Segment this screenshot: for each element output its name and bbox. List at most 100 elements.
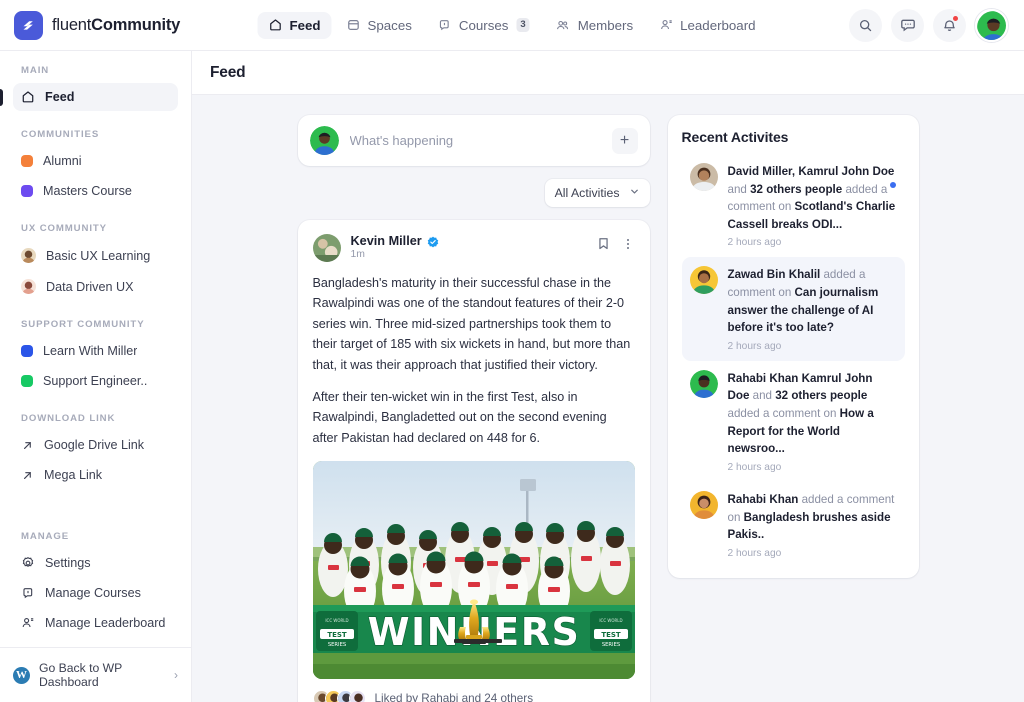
svg-text:ICC WORLD: ICC WORLD: [325, 618, 348, 623]
main-content: Feed What's happening + All Activities K…: [192, 51, 1024, 702]
activities-filter-dropdown[interactable]: All Activities: [544, 179, 650, 207]
nav-item-feed[interactable]: Feed: [257, 11, 332, 39]
search-icon: [858, 18, 873, 33]
filter-row: All Activities: [298, 179, 650, 207]
activity-time: 2 hours ago: [727, 461, 782, 473]
sidebar-item-label: Google Drive Link: [44, 438, 145, 452]
sidebar-group-manage: MANAGE Settings Manage Courses Manage Le…: [13, 531, 178, 637]
activity-body: David Miller, Kamrul John Doe and 32 oth…: [728, 163, 897, 248]
nav-item-label: Courses: [458, 17, 509, 33]
svg-text:SERIES: SERIES: [601, 642, 619, 648]
messages-button[interactable]: [891, 8, 924, 42]
sidebar-item-alumni[interactable]: Alumni: [13, 147, 178, 175]
liked-by-text: Liked by Rahabi and 24 others: [374, 692, 534, 702]
activity-item[interactable]: Zawad Bin Khalil added a comment on Can …: [681, 257, 905, 361]
activity-target: Bangladesh brushes aside Pakis..: [727, 510, 891, 542]
more-vertical-icon[interactable]: [621, 237, 635, 251]
sidebar-scroll[interactable]: MAIN Feed COMMUNITIES Alumni Masters Cou…: [0, 51, 191, 647]
nav-item-courses[interactable]: Courses 3: [427, 12, 541, 39]
nav-item-members[interactable]: Members: [545, 12, 644, 39]
sidebar-item-support-engineer[interactable]: Support Engineer..: [13, 367, 178, 395]
sidebar-item-data-driven-ux[interactable]: Data Driven UX: [13, 272, 178, 301]
sidebar-group-title: MAIN: [21, 65, 50, 76]
fluent-logo-icon: [14, 10, 43, 40]
post-card: Kevin Miller 1m Bangladesh's maturity in…: [297, 220, 650, 702]
wp-dashboard-label: Go Back to WP Dashboard: [39, 661, 123, 689]
post-paragraph: After their ten-wicket win in the first …: [312, 389, 607, 445]
sidebar-group-title: COMMUNITIES: [21, 129, 100, 140]
activity-item[interactable]: David Miller, Kamrul John Doe and 32 oth…: [682, 154, 905, 257]
nav-item-label: Members: [577, 17, 634, 33]
sidebar-item-learn-with-miller[interactable]: Learn With Miller: [13, 337, 178, 365]
sidebar-item-feed[interactable]: Feed: [0, 83, 178, 111]
community-avatar: [21, 248, 36, 263]
brand-text-light: fluent: [52, 15, 92, 34]
sidebar-item-settings[interactable]: Settings: [13, 549, 178, 577]
page-header: Feed: [192, 51, 1024, 95]
activities-filter-label: All Activities: [554, 186, 620, 200]
avatar[interactable]: [975, 8, 1008, 42]
nav-item-label: Leaderboard: [680, 17, 756, 33]
notifications-button[interactable]: [933, 8, 966, 42]
bookmark-icon[interactable]: [596, 236, 611, 251]
post-meta: Kevin Miller 1m: [351, 234, 439, 260]
members-icon: [556, 18, 571, 33]
activity-count: 32 others people: [750, 182, 843, 196]
activity-time: 2 hours ago: [727, 237, 782, 249]
courses-icon: [21, 586, 35, 600]
nav-item-spaces[interactable]: Spaces: [336, 12, 423, 39]
activity-text: David Miller, Kamrul John Doe and 32 oth…: [728, 163, 897, 233]
post-composer[interactable]: +: [297, 115, 650, 166]
sidebar-footer: W Go Back to WP Dashboard ›: [0, 647, 191, 702]
activity-avatar: [689, 163, 718, 191]
activity-time: 2 hours ago: [727, 547, 782, 559]
brand-text-bold: Community: [91, 15, 181, 34]
app-body: MAIN Feed COMMUNITIES Alumni Masters Cou…: [0, 51, 1024, 702]
activity-text: Zawad Bin Khalil added a comment on Can …: [728, 266, 897, 336]
svg-text:ICC WORLD: ICC WORLD: [599, 618, 622, 623]
sidebar-group-download-link: DOWNLOAD LINK Google Drive Link Mega Lin…: [13, 413, 178, 489]
sidebar-item-label: Masters Course: [43, 184, 132, 198]
courses-badge: 3: [516, 17, 530, 33]
messages-icon: [900, 17, 916, 33]
activity-item[interactable]: Rahabi Khan Kamrul John Doe and 32 other…: [682, 361, 905, 482]
community-color-swatch: [21, 375, 33, 387]
composer-add-button[interactable]: +: [611, 127, 638, 154]
feed-column: + All Activities: [297, 115, 650, 702]
post-image[interactable]: TEST SERIES ICC WORLD TEST SERIES ICC WO…: [312, 461, 635, 680]
sidebar-group-title: UX COMMUNITY: [21, 223, 107, 234]
chevron-down-icon: [629, 186, 640, 200]
activity-text: Rahabi Khan added a comment on Banglades…: [728, 491, 897, 544]
top-navigation: Feed Spaces Courses 3 Members Leaderboar…: [257, 11, 766, 39]
home-icon: [268, 18, 282, 32]
post-timestamp: 1m: [350, 249, 365, 260]
sidebar-item-masters-course[interactable]: Masters Course: [13, 177, 178, 205]
sidebar-item-basic-ux-learning[interactable]: Basic UX Learning: [13, 241, 178, 270]
wp-dashboard-link[interactable]: W Go Back to WP Dashboard ›: [13, 661, 178, 689]
active-indicator: [0, 88, 3, 106]
leaderboard-icon: [659, 18, 673, 32]
sidebar-item-manage-leaderboard[interactable]: Manage Leaderboard: [13, 609, 178, 637]
sidebar-item-manage-courses[interactable]: Manage Courses: [13, 579, 178, 607]
search-button[interactable]: [849, 8, 882, 42]
sidebar-item-label: Support Engineer..: [43, 374, 148, 388]
sidebar-item-label: Manage Courses: [45, 586, 141, 600]
gear-icon: [21, 556, 35, 570]
activity-item[interactable]: Rahabi Khan added a comment on Banglades…: [682, 482, 905, 568]
post-actions: [596, 234, 635, 251]
sidebar-item-label: Data Driven UX: [46, 279, 134, 294]
notification-badge-dot: [953, 15, 958, 21]
sidebar-item-mega-link[interactable]: Mega Link: [13, 461, 178, 489]
brand[interactable]: fluentCommunity: [14, 10, 181, 40]
sidebar-item-label: Feed: [45, 90, 75, 104]
top-actions: [849, 8, 1008, 42]
sidebar-item-google-drive-link[interactable]: Google Drive Link: [13, 431, 178, 459]
composer-input[interactable]: [349, 133, 601, 148]
sidebar-item-label: Settings: [45, 556, 91, 570]
courses-icon: [438, 18, 452, 32]
community-color-swatch: [21, 185, 33, 197]
post-author-avatar[interactable]: [312, 234, 341, 262]
sidebar-item-label: Manage Leaderboard: [45, 616, 166, 630]
nav-item-leaderboard[interactable]: Leaderboard: [648, 12, 766, 39]
liked-avatar: [348, 690, 366, 702]
